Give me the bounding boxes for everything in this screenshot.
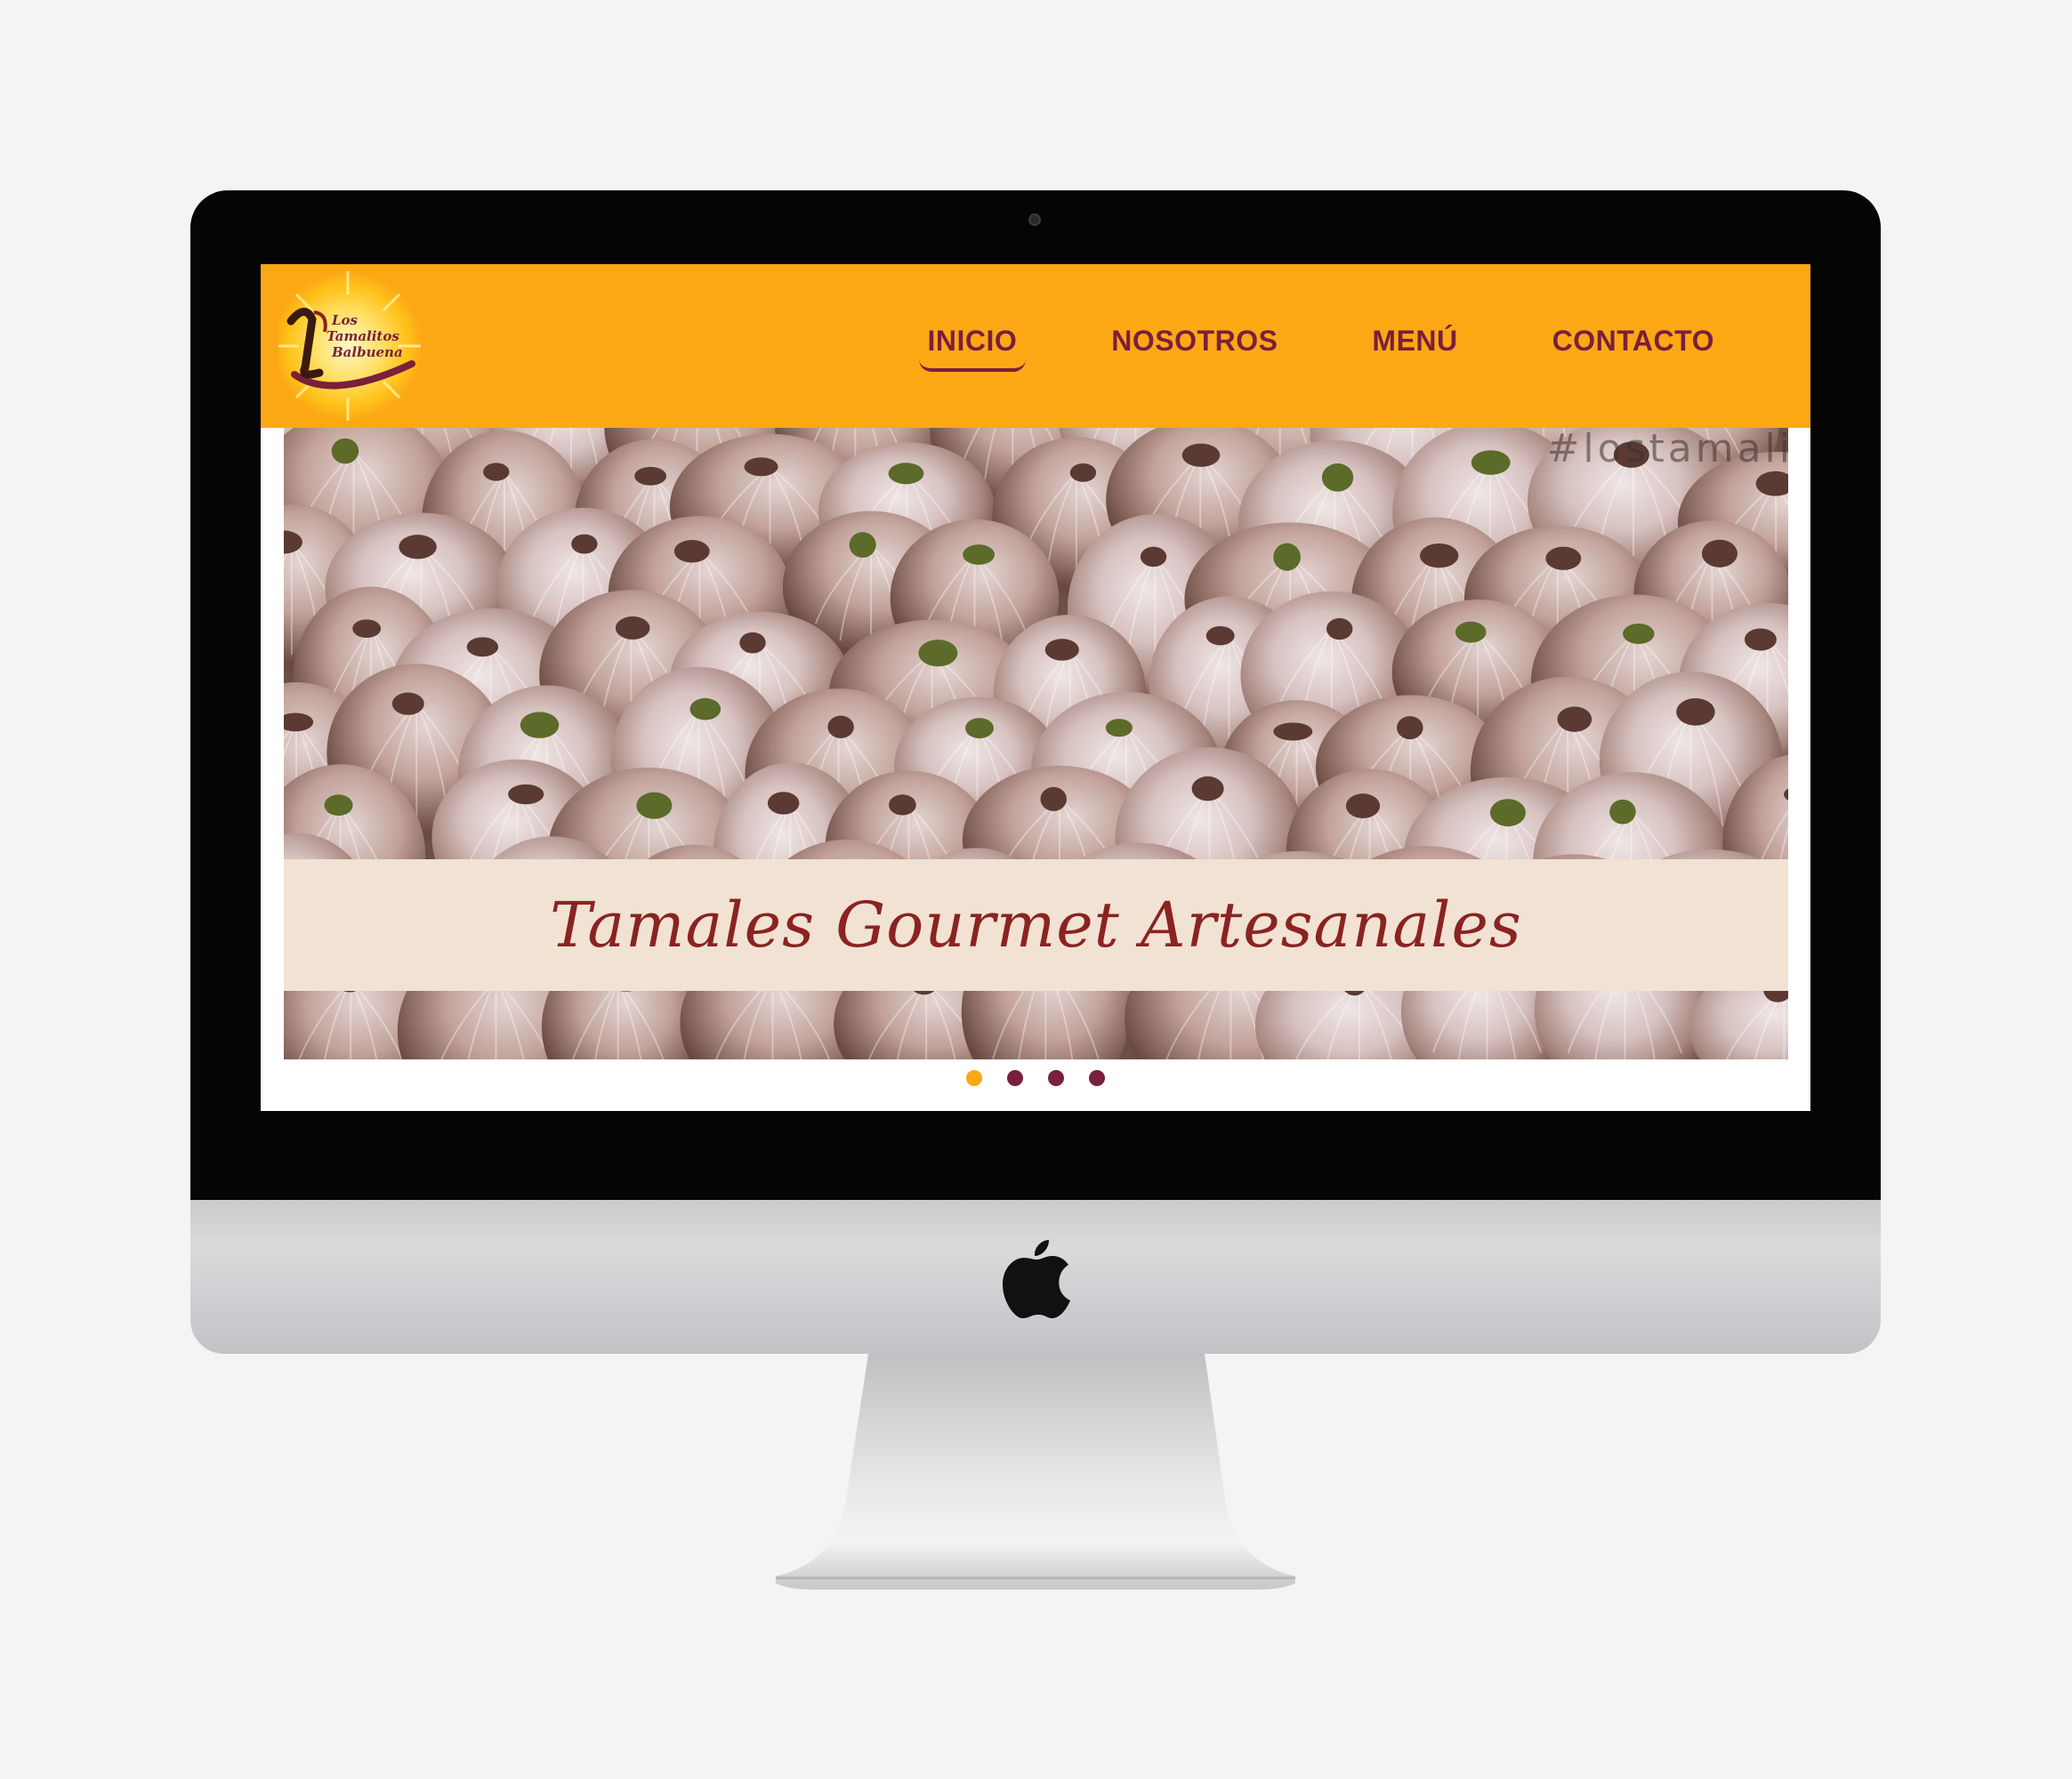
tamal-tip <box>1181 443 1221 467</box>
hero-slider[interactable]: #lostamali Tamales Gourmet Artesanales <box>284 428 1788 1059</box>
tamal-tip <box>1191 776 1224 801</box>
nav-item-contacto[interactable]: CONTACTO <box>1544 318 1723 377</box>
hero-caption-band: Tamales Gourmet Artesanales <box>284 859 1788 991</box>
nav-item-nosotros[interactable]: NOSOTROS <box>1102 318 1286 377</box>
hero-caption: Tamales Gourmet Artesanales <box>550 889 1522 962</box>
tamal-tip <box>1471 450 1511 475</box>
tamal-tip <box>1455 621 1487 643</box>
tamal-tip <box>466 637 499 657</box>
tamal-tip <box>889 794 916 816</box>
tamal-tip <box>888 463 924 485</box>
tamal-tip <box>1069 463 1097 482</box>
tamal-tip <box>918 640 958 667</box>
svg-text:Balbuena: Balbuena <box>331 344 403 360</box>
tamal-tip <box>1140 546 1167 568</box>
tamal-tip <box>391 692 424 715</box>
tamal-tip <box>615 616 650 640</box>
svg-text:Tamalitos: Tamalitos <box>327 328 399 344</box>
tamal-tip <box>744 457 778 477</box>
tamal-tip <box>1105 719 1133 737</box>
svg-text:Los: Los <box>331 312 359 328</box>
slider-dots <box>261 1070 1810 1086</box>
tamal-tip <box>331 438 359 464</box>
tamal-tip <box>1273 543 1301 571</box>
tamal-tip <box>483 463 510 481</box>
slider-dot-4[interactable] <box>1089 1070 1105 1086</box>
apple-icon <box>1003 1240 1070 1318</box>
tamal-tip <box>1623 624 1655 645</box>
tamal-tip <box>1044 639 1079 661</box>
tamal-tip <box>1321 463 1354 492</box>
tamal-tip <box>1609 799 1636 825</box>
tamal-tip <box>673 539 710 563</box>
tamal-tip <box>1326 617 1353 640</box>
tamal-tip <box>508 784 544 805</box>
tamal-tip <box>352 619 382 638</box>
slider-dot-1[interactable] <box>966 1070 982 1086</box>
tamal-tip <box>324 794 353 817</box>
tamal-tip <box>1545 546 1582 570</box>
tamal-tip <box>767 792 800 815</box>
tamal-tip <box>520 712 560 738</box>
tamal-tip <box>634 466 667 486</box>
tamal-tip <box>849 532 876 558</box>
tamal-tip <box>399 535 437 559</box>
tamal-tip <box>1419 543 1459 568</box>
tamal-tip <box>1273 722 1313 741</box>
nav-item-inicio[interactable]: INICIO <box>918 318 1027 377</box>
tamal-tip <box>1701 539 1737 568</box>
site-header: Los Tamalitos Balbuena INICIO NOSOTROS M… <box>261 264 1810 428</box>
tamal-tip <box>1744 628 1777 651</box>
tamal-tip <box>963 544 996 565</box>
tamal-tip <box>1557 706 1592 732</box>
tamal-tip <box>636 792 673 819</box>
tamal-tip <box>689 697 722 720</box>
tamal-tip <box>571 534 598 554</box>
slider-dot-3[interactable] <box>1048 1070 1064 1086</box>
mockup-stage: Los Tamalitos Balbuena INICIO NOSOTROS M… <box>0 0 2072 1779</box>
tamal-tip <box>827 715 854 738</box>
tamal-tip <box>1040 786 1067 811</box>
webcam-icon <box>1028 213 1041 226</box>
tamal-tip <box>1489 799 1526 827</box>
slider-dot-2[interactable] <box>1007 1070 1023 1086</box>
tamal-tip <box>1397 716 1423 740</box>
website-screen: Los Tamalitos Balbuena INICIO NOSOTROS M… <box>261 264 1810 1111</box>
tamal-tip <box>964 718 994 739</box>
imac-stand <box>776 1354 1295 1590</box>
tamal-tip <box>1676 697 1715 726</box>
tamal-tip <box>1205 625 1235 646</box>
main-nav: INICIO NOSOTROS MENÚ CONTACTO <box>843 318 1723 377</box>
hashtag-watermark: #lostamali <box>1546 428 1788 471</box>
sun-logo-icon: Los Tamalitos Balbuena <box>273 271 423 421</box>
tamal-tip <box>739 632 766 654</box>
brand-logo[interactable]: Los Tamalitos Balbuena <box>273 268 430 424</box>
tamal-tip <box>1345 793 1381 818</box>
nav-item-menu[interactable]: MENÚ <box>1363 318 1466 377</box>
